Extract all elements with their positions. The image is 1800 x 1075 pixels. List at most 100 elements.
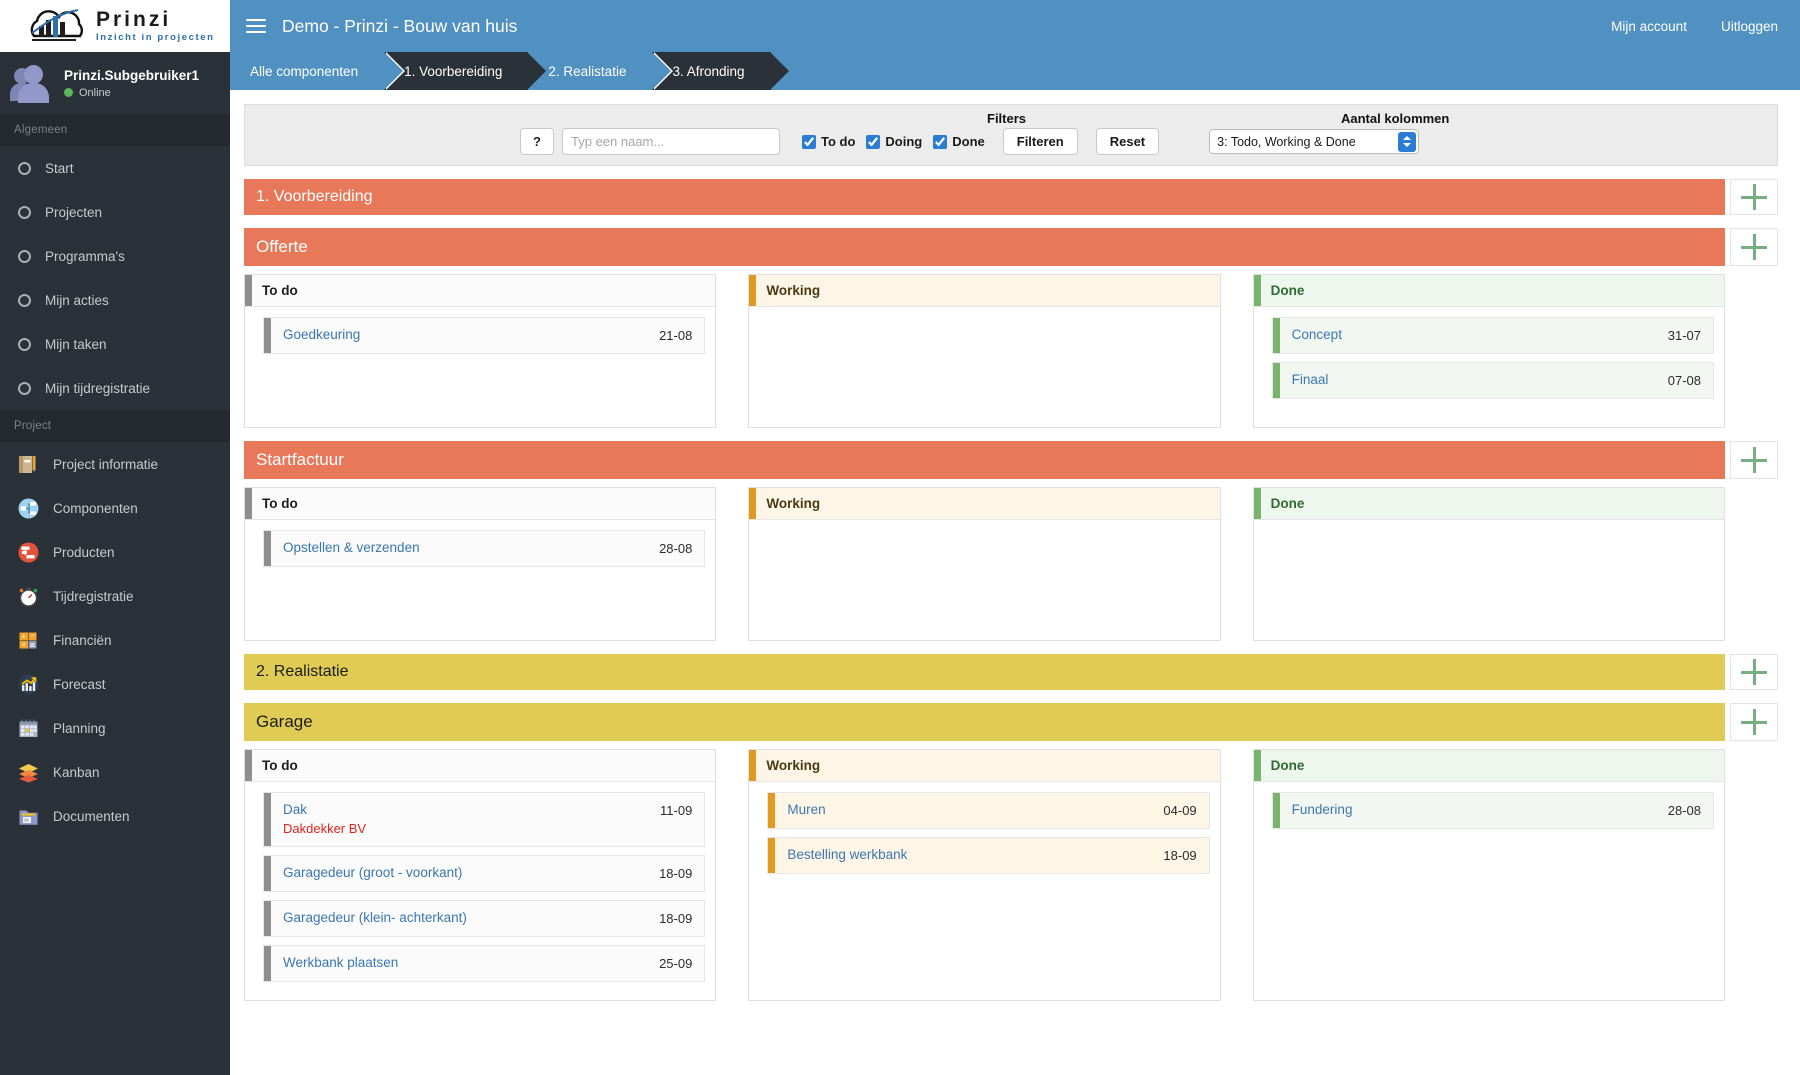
card-title[interactable]: Dak <box>283 802 650 819</box>
breadcrumb-item-3[interactable]: 2. Realistatie <box>528 52 674 90</box>
filter-checkbox-to-do[interactable]: To do <box>802 134 855 149</box>
chart-icon <box>18 674 39 695</box>
column-body-working[interactable] <box>749 307 1220 427</box>
card-title[interactable]: Finaal <box>1292 372 1658 389</box>
phase-header[interactable]: 1. Voorbereiding <box>244 179 1725 215</box>
card-title[interactable]: Muren <box>787 802 1153 819</box>
sidebar-item-project-informatie[interactable]: Project informatie <box>0 442 230 486</box>
stepper-icon[interactable] <box>1398 131 1417 152</box>
kanban-column-done: Done Concept 31-07 Finaal 07-08 <box>1252 274 1725 428</box>
column-body-working[interactable]: Muren 04-09 Bestelling werkbank 18-09 <box>749 782 1220 902</box>
column-body-todo[interactable]: Goedkeuring 21-08 <box>245 307 716 427</box>
card-date: 18-09 <box>1163 847 1197 863</box>
kanban-card[interactable]: Bestelling werkbank 18-09 <box>767 836 1210 874</box>
card-title[interactable]: Concept <box>1292 327 1658 344</box>
sidebar-item-financi-n[interactable]: + − × Financiën <box>0 618 230 662</box>
kanban-column-done: Done Fundering 28-08 <box>1252 749 1725 1001</box>
kanban-card[interactable]: Muren 04-09 <box>767 792 1210 829</box>
breadcrumb-item-1[interactable]: Alle componenten <box>230 52 406 90</box>
kanban-card[interactable]: Concept 31-07 <box>1271 317 1714 354</box>
card-date: 04-09 <box>1163 803 1197 818</box>
filter-button[interactable]: Filteren <box>1002 128 1078 155</box>
card-content: Garagedeur (groot - voorkant) <box>283 865 649 882</box>
add-task-button[interactable] <box>1730 441 1778 479</box>
card-content: Opstellen & verzenden <box>283 540 649 557</box>
sidebar-item-projecten[interactable]: Projecten <box>0 190 230 234</box>
column-body-done[interactable]: Concept 31-07 Finaal 07-08 <box>1253 307 1724 427</box>
checkbox-input[interactable] <box>933 134 948 149</box>
component-header[interactable]: Offerte <box>244 228 1725 266</box>
sidebar-item-programma-s[interactable]: Programma's <box>0 234 230 278</box>
kanban-card[interactable]: Garagedeur (klein- achterkant) 18-09 <box>263 900 706 937</box>
sidebar-project-nav: Project informatie Componenten Producten Ti… <box>0 442 230 838</box>
card-title[interactable]: Opstellen & verzenden <box>283 540 649 557</box>
card-title[interactable]: Goedkeuring <box>283 327 649 344</box>
column-body-done[interactable]: Fundering 28-08 <box>1253 782 1724 902</box>
sidebar-item-mijn-acties[interactable]: Mijn acties <box>0 278 230 322</box>
kanban-column-todo: To do Opstellen & verzenden 28-08 <box>244 487 717 641</box>
column-body-working[interactable] <box>749 520 1220 640</box>
sidebar-item-producten[interactable]: Producten <box>0 530 230 574</box>
phase-header[interactable]: 2. Realistatie <box>244 654 1725 690</box>
hamburger-icon[interactable] <box>246 18 266 34</box>
sidebar-item-mijn-taken[interactable]: Mijn taken <box>0 322 230 366</box>
card-title[interactable]: Werkbank plaatsen <box>283 955 649 972</box>
sidebar-item-label: Forecast <box>53 676 106 692</box>
add-task-button[interactable] <box>1730 228 1778 266</box>
card-subtitle: Dakdekker BV <box>283 820 367 836</box>
column-body-todo[interactable]: Dak Dakdekker BV 11-09 Garagedeur (groot - … <box>245 782 716 1000</box>
column-body-todo[interactable]: Opstellen & verzenden 28-08 <box>245 520 716 640</box>
logout-link[interactable]: Uitloggen <box>1721 19 1778 34</box>
brand-logo[interactable]: Prinzi Inzicht in projecten <box>0 0 230 52</box>
sidebar-item-kanban[interactable]: Kanban <box>0 750 230 794</box>
kanban-columns: To do Dak Dakdekker BV 11-09 Garagedeur (gro… <box>244 749 1778 1001</box>
sidebar-item-label: Mijn acties <box>45 292 109 308</box>
card-content: Fundering <box>1292 802 1658 819</box>
card-title[interactable]: Garagedeur (klein- achterkant) <box>283 910 649 927</box>
kanban-card[interactable]: Werkbank plaatsen 25-09 <box>263 944 706 982</box>
online-dot-icon <box>64 88 73 97</box>
columns-select[interactable]: 3: Todo, Working & Done <box>1209 129 1420 154</box>
component-header[interactable]: Garage <box>244 703 1725 741</box>
card-title[interactable]: Fundering <box>1292 802 1658 819</box>
kanban-card[interactable]: Finaal 07-08 <box>1271 361 1714 399</box>
filter-checkbox-doing[interactable]: Doing <box>866 134 922 149</box>
search-input[interactable] <box>562 128 780 155</box>
sidebar-item-componenten[interactable]: Componenten <box>0 486 230 530</box>
kanban-column-working: Working Muren 04-09 Bestelling werkbank 18-0… <box>748 749 1221 1001</box>
column-body-done[interactable] <box>1253 520 1724 640</box>
column-header-working: Working <box>749 275 1220 307</box>
kanban-card[interactable]: Fundering 28-08 <box>1271 792 1714 829</box>
add-task-button[interactable] <box>1730 703 1778 741</box>
sidebar-item-documenten[interactable]: Documenten <box>0 794 230 838</box>
kanban-card[interactable]: Opstellen & verzenden 28-08 <box>263 530 706 567</box>
brand-tagline: Inzicht in projecten <box>96 32 215 44</box>
sidebar-item-planning[interactable]: Planning <box>0 706 230 750</box>
sidebar-item-mijn-tijdregistratie[interactable]: Mijn tijdregistratie <box>0 366 230 410</box>
card-title[interactable]: Garagedeur (groot - voorkant) <box>283 865 649 882</box>
kanban-card[interactable]: Garagedeur (groot - voorkant) 18-09 <box>263 855 706 892</box>
plus-icon <box>1741 184 1767 210</box>
breadcrumb-item-2[interactable]: 1. Voorbereiding <box>384 52 547 90</box>
my-account-link[interactable]: Mijn account <box>1611 19 1687 34</box>
card-title[interactable]: Bestelling werkbank <box>787 847 1153 864</box>
sidebar-item-start[interactable]: Start <box>0 146 230 190</box>
circle-icon <box>18 337 31 351</box>
help-button[interactable]: ? <box>520 128 554 155</box>
kanban-card[interactable]: Dak Dakdekker BV 11-09 <box>263 792 706 848</box>
user-info: Prinzi.Subgebruiker1 Online <box>64 68 199 99</box>
checkbox-input[interactable] <box>802 134 816 149</box>
add-component-button[interactable] <box>1730 654 1778 690</box>
kanban-column-working: Working <box>748 274 1221 428</box>
app-root: Prinzi Inzicht in projecten Prinzi.Subge… <box>0 0 1800 1075</box>
kanban-card[interactable]: Goedkeuring 21-08 <box>263 317 706 354</box>
sidebar-item-forecast[interactable]: Forecast <box>0 662 230 706</box>
user-profile[interactable]: Prinzi.Subgebruiker1 Online <box>0 52 230 114</box>
reset-button[interactable]: Reset <box>1095 128 1160 155</box>
filter-checkbox-done[interactable]: Done <box>933 134 985 149</box>
checkbox-input[interactable] <box>866 134 881 149</box>
sidebar-item-tijdregistratie[interactable]: Tijdregistratie <box>0 574 230 618</box>
card-content: Muren <box>787 802 1153 819</box>
add-component-button[interactable] <box>1730 179 1778 215</box>
component-header[interactable]: Startfactuur <box>244 441 1725 479</box>
